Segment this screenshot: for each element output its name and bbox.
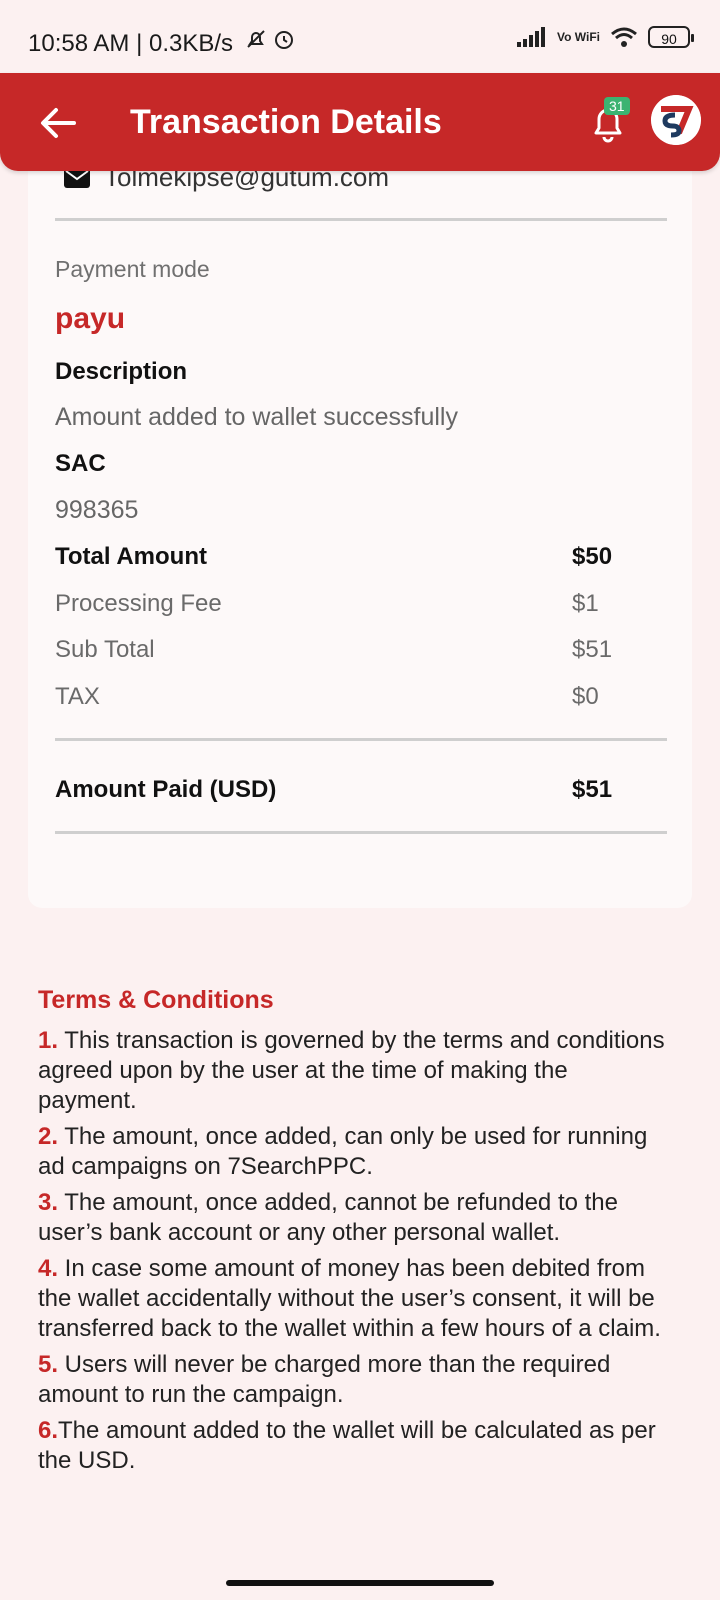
terms-list: 1. This transaction is governed by the t… [38, 1026, 668, 1482]
sub-total-value: $51 [572, 636, 613, 663]
divider [55, 218, 667, 221]
term-item: 5. Users will never be charged more than… [38, 1351, 611, 1408]
amount-paid-value: $51 [572, 776, 613, 803]
page-title: Transaction Details [130, 103, 442, 141]
divider [55, 738, 667, 741]
sac-label: SAC [55, 450, 106, 477]
status-icons [244, 27, 296, 51]
amount-paid-label: Amount Paid (USD) [55, 776, 277, 803]
processing-fee-label: Processing Fee [55, 590, 222, 617]
divider [55, 831, 667, 834]
wifi-icon [611, 27, 637, 47]
transaction-card: Tolmekipse@gutum.com Payment mode payu D… [28, 150, 692, 908]
term-item: 3. The amount, once added, cannot be ref… [38, 1189, 618, 1246]
status-right: Vo WiFi 90 [517, 26, 694, 48]
terms-title: Terms & Conditions [38, 986, 274, 1014]
description-label: Description [55, 358, 188, 385]
bell-off-icon [247, 30, 265, 48]
arrow-left-icon[interactable] [36, 101, 80, 145]
tax-label: TAX [55, 683, 100, 710]
term-item: 2. The amount, once added, can only be u… [38, 1123, 648, 1180]
7search-logo[interactable] [651, 95, 701, 145]
home-indicator[interactable] [226, 1580, 494, 1586]
status-time: 10:58 AM | 0.3KB/s [28, 30, 234, 57]
app-bar: Transaction Details 31 [0, 73, 720, 171]
description-value: Amount added to wallet successfully [55, 403, 458, 431]
signal-icon [517, 27, 545, 47]
sac-value: 998365 [55, 496, 139, 524]
notification-count-badge: 31 [604, 97, 630, 115]
alarm-icon [275, 31, 293, 49]
total-amount-label: Total Amount [55, 543, 207, 570]
term-item: 6.The amount added to the wallet will be… [38, 1417, 656, 1474]
term-item: 4. In case some amount of money has been… [38, 1255, 661, 1342]
term-item: 1. This transaction is governed by the t… [38, 1027, 665, 1114]
status-bar: 10:58 AM | 0.3KB/s Vo WiFi 90 [0, 0, 720, 72]
total-amount-value: $50 [572, 543, 613, 570]
tax-value: $0 [572, 683, 599, 710]
payment-mode-label: Payment mode [55, 256, 210, 282]
processing-fee-value: $1 [572, 590, 599, 617]
payment-mode-value: payu [55, 302, 126, 335]
sub-total-label: Sub Total [55, 636, 155, 663]
vowifi-label: Vo WiFi [557, 29, 600, 44]
battery-icon: 90 [648, 26, 694, 48]
